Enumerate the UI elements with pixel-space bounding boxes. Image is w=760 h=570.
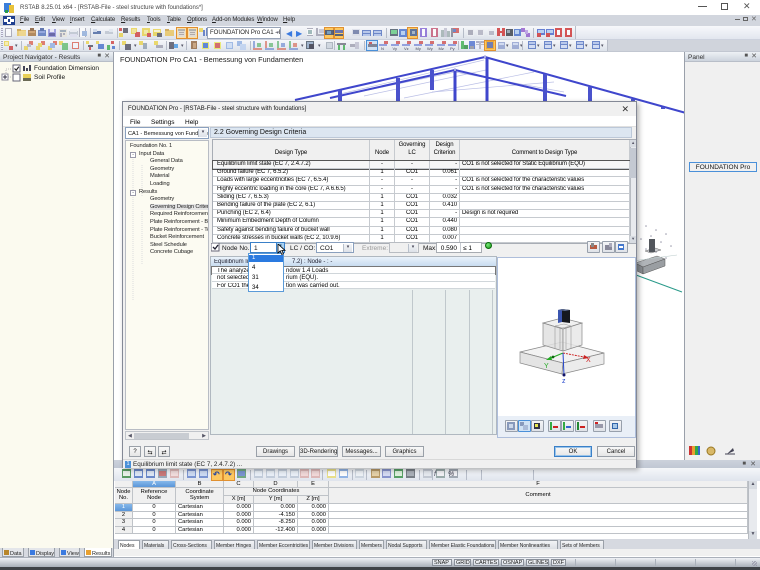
svg-text:X: X — [586, 357, 591, 364]
svg-text:Y: Y — [544, 363, 549, 370]
svg-text:z: z — [562, 378, 566, 385]
